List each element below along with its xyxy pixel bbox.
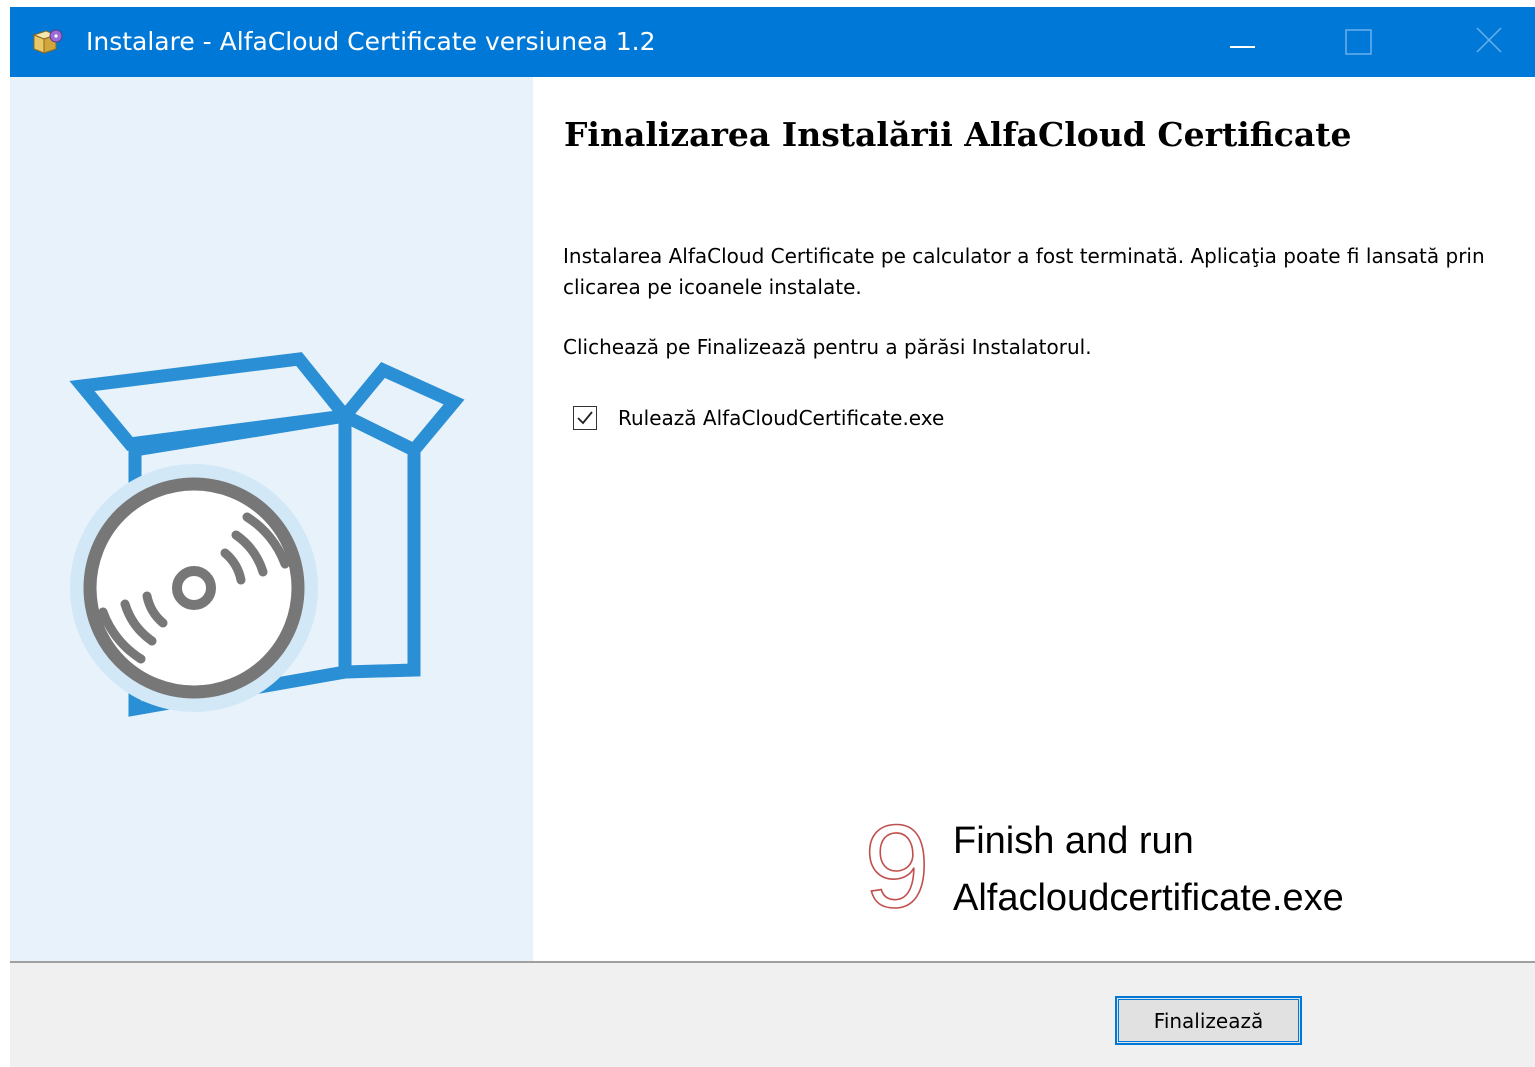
step-number: 9	[864, 811, 930, 921]
checkmark-icon	[577, 411, 593, 425]
maximize-icon	[1345, 29, 1372, 55]
window-title: Instalare - AlfaCloud Certificate versiu…	[86, 27, 656, 56]
annotation-text: Finish and run Alfacloudcertificate.exe	[953, 813, 1344, 927]
installer-box-icon	[32, 27, 66, 55]
run-app-checkbox[interactable]	[573, 406, 597, 430]
minimize-icon	[1230, 46, 1255, 48]
wizard-footer: Finalizează	[10, 961, 1535, 1067]
minimize-button[interactable]	[1185, 7, 1301, 77]
title-bar[interactable]: Instalare - AlfaCloud Certificate versiu…	[10, 7, 1535, 77]
close-icon	[1476, 27, 1502, 53]
tutorial-annotation: 9 Finish and run Alfacloudcertificate.ex…	[856, 805, 1456, 935]
exit-instruction: Clichează pe Finalizează pentru a părăsi…	[563, 335, 1092, 359]
run-app-checkbox-label[interactable]: Rulează AlfaCloudCertificate.exe	[618, 401, 944, 435]
completion-message: Instalarea AlfaCloud Certificate pe calc…	[563, 244, 1485, 299]
installer-window: Instalare - AlfaCloud Certificate versiu…	[10, 7, 1535, 1067]
wizard-content: Finalizarea Instalării AlfaCloud Certifi…	[533, 77, 1535, 961]
maximize-button[interactable]	[1301, 7, 1417, 77]
page-title: Finalizarea Instalării AlfaCloud Certifi…	[564, 115, 1352, 154]
step-number-badge: 9	[863, 811, 930, 921]
close-button[interactable]	[1419, 7, 1535, 77]
annotation-line-2: Alfacloudcertificate.exe	[953, 877, 1344, 919]
annotation-line-1: Finish and run	[953, 820, 1194, 862]
finish-button[interactable]: Finalizează	[1115, 996, 1302, 1045]
software-box-with-disc-icon	[69, 352, 465, 717]
wizard-sidebar	[10, 77, 533, 961]
